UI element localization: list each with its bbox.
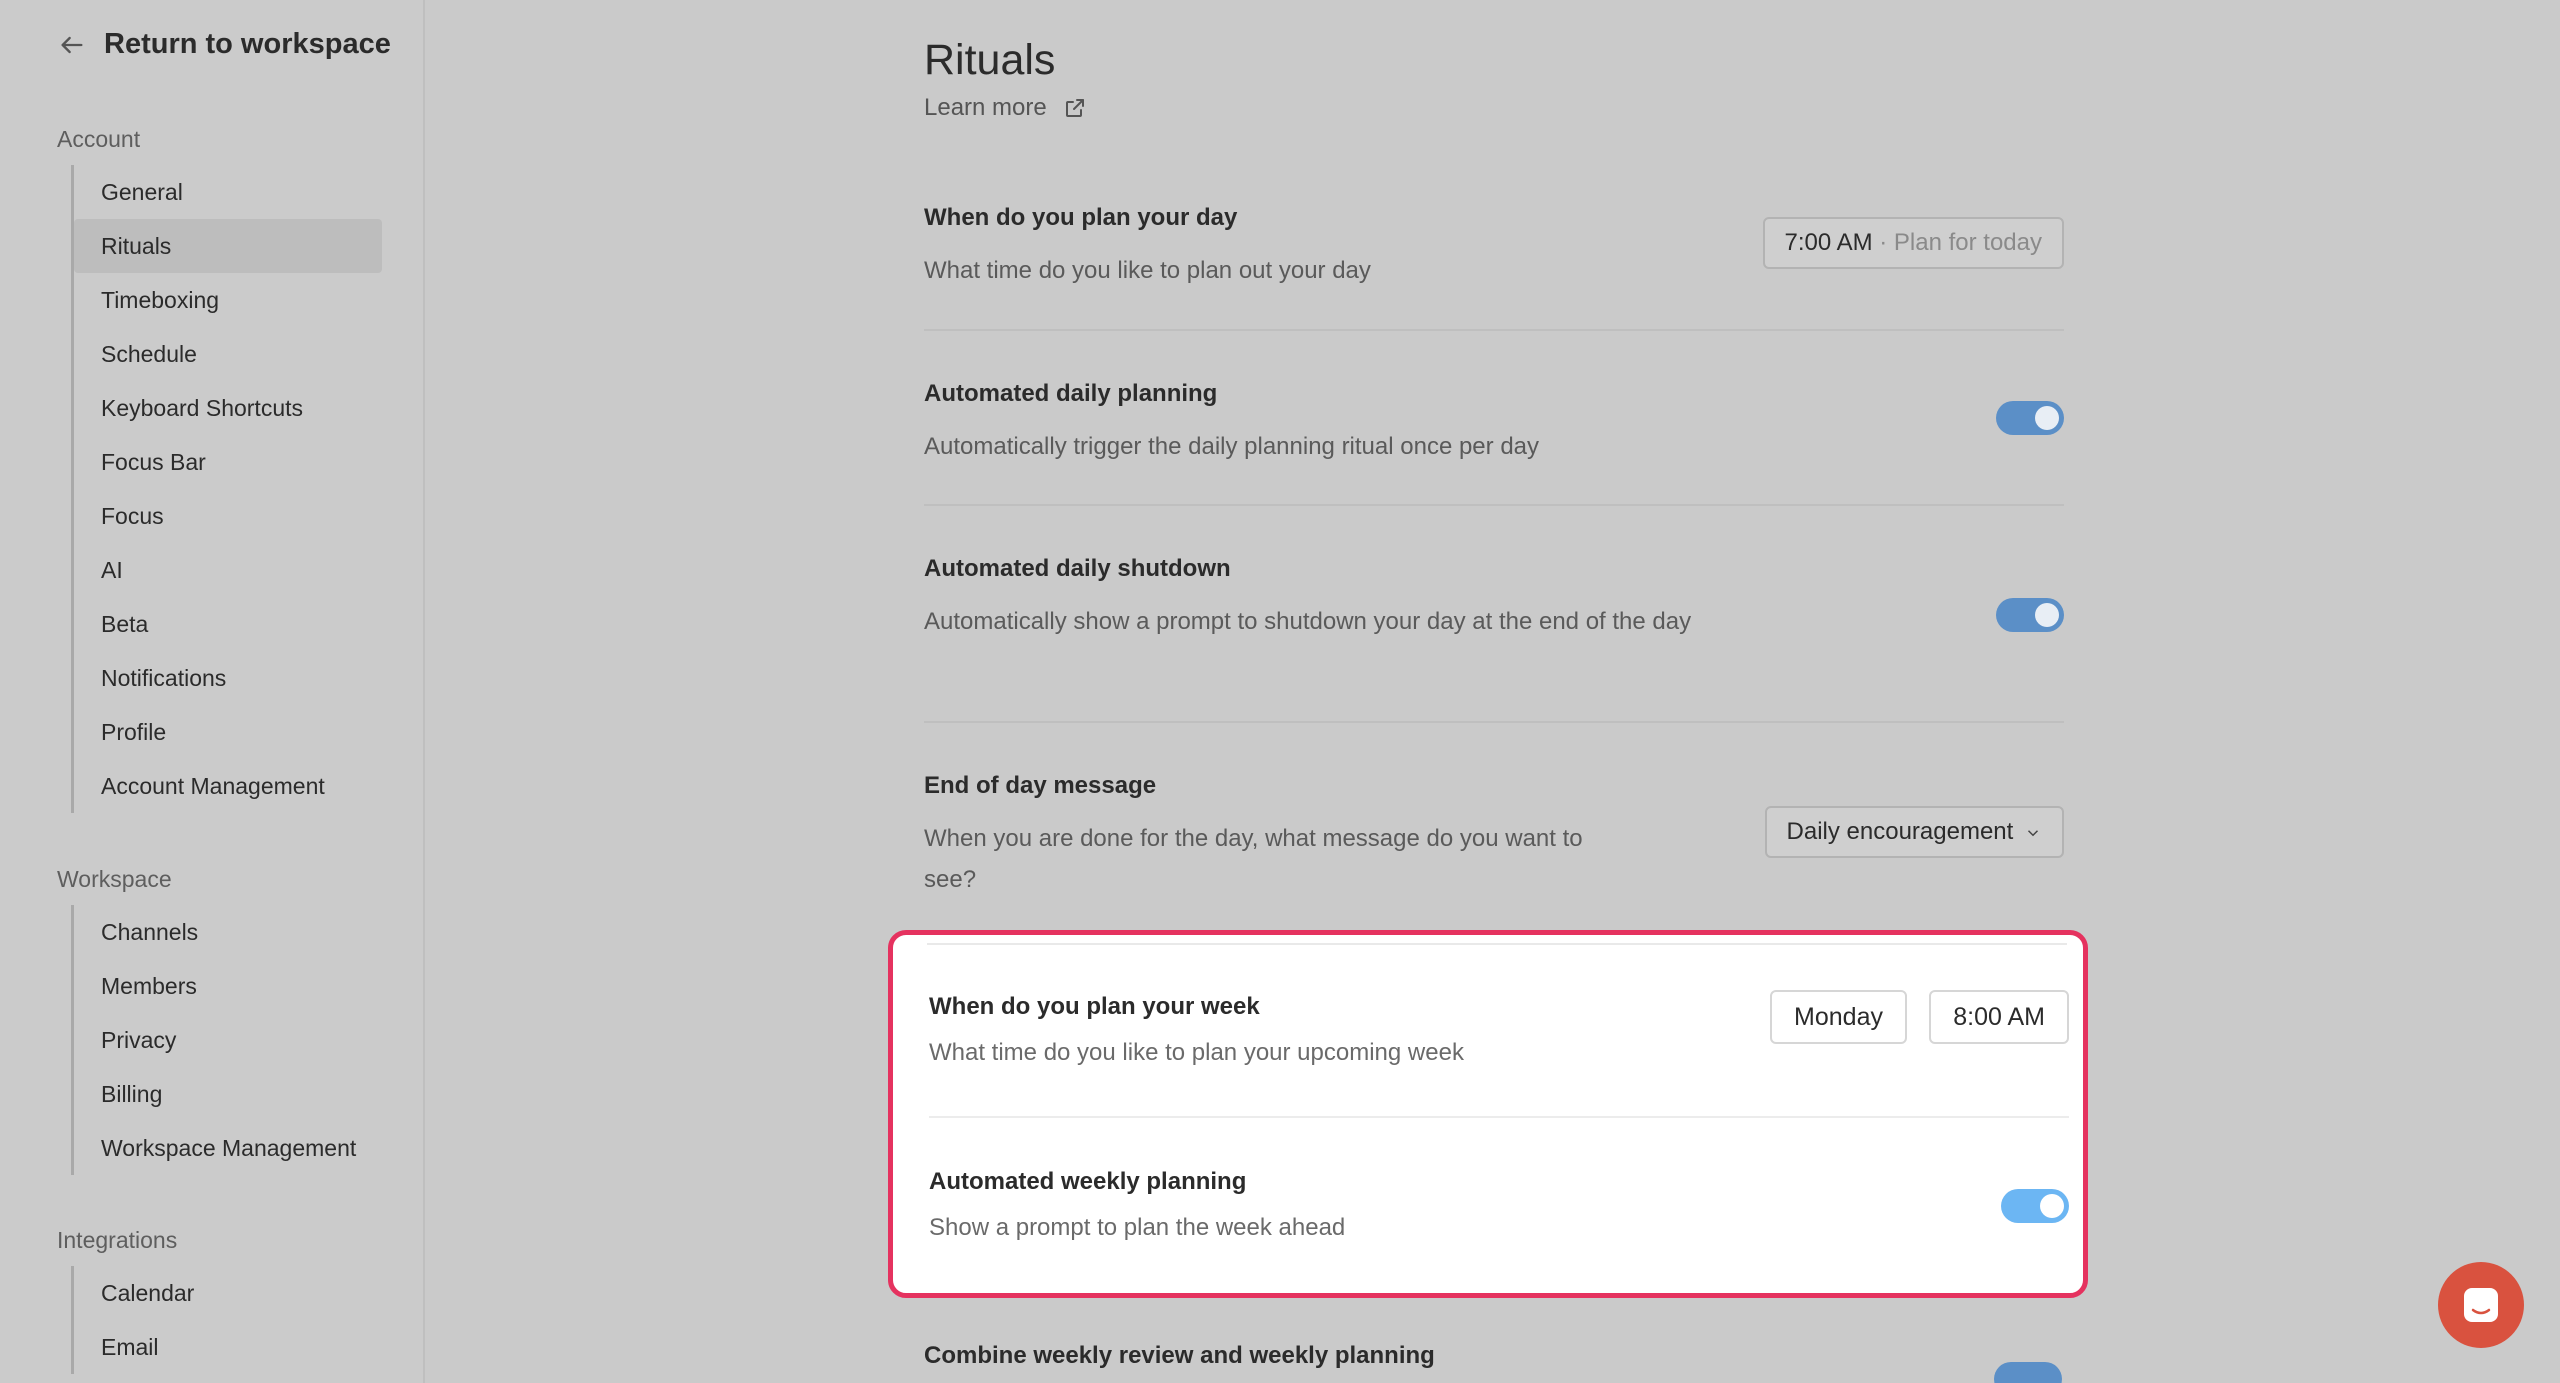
sidebar-item-email[interactable]: Email [74,1320,382,1374]
nav-list-account: General Rituals Timeboxing Schedule Keyb… [71,165,382,813]
setting-title: Combine weekly review and weekly plannin… [924,1342,1435,1369]
sidebar-item-workspace-management[interactable]: Workspace Management [74,1121,382,1175]
setting-automated-daily-shutdown: Automated daily shutdown Automatically s… [924,555,2064,642]
setting-description: Show a prompt to plan the week ahead [929,1214,1346,1241]
toggle-knob [2040,1194,2064,1218]
sidebar-item-members[interactable]: Members [74,959,382,1013]
divider [924,504,2064,506]
toggle-knob [2035,603,2059,627]
weekly-planning-highlight: When do you plan your week What time do … [888,930,2088,1298]
chat-launcher-button[interactable] [2438,1262,2524,1348]
sidebar-item-timeboxing[interactable]: Timeboxing [74,273,382,327]
nav-list-integrations: Calendar Email [71,1266,382,1374]
automated-daily-planning-toggle[interactable] [1996,401,2064,435]
page-title: Rituals [924,36,1056,84]
end-of-day-message-select[interactable]: Daily encouragement [1764,806,2064,858]
plan-day-time-button[interactable]: 7:00 AM · Plan for today [1762,217,2064,269]
plan-week-time-button[interactable]: 8:00 AM [1929,990,2069,1044]
return-to-workspace-link[interactable]: Return to workspace [58,28,391,61]
automated-weekly-planning-toggle[interactable] [2001,1189,2069,1223]
section-title: Account [57,126,141,152]
plan-day-time: 7:00 AM [1784,229,1873,256]
setting-title: End of day message [924,772,1157,799]
setting-plan-day: When do you plan your day What time do y… [924,204,2064,291]
learn-more-label: Learn more [924,94,1047,121]
plan-day-suffix: · Plan for today [1872,229,2042,256]
sidebar-section-integrations: Integrations Calendar Email [57,1227,382,1374]
divider [924,329,2064,331]
sidebar-item-billing[interactable]: Billing [74,1067,382,1121]
nav-list-workspace: Channels Members Privacy Billing Workspa… [71,905,382,1175]
setting-description: Automatically show a prompt to shutdown … [924,608,1692,635]
sidebar-item-account-management[interactable]: Account Management [74,759,382,813]
section-title: Workspace [57,866,172,892]
setting-description: Automatically trigger the daily planning… [924,433,1540,460]
setting-title: Automated daily planning [924,380,1218,407]
divider [924,721,2064,723]
arrow-left-icon [61,36,83,53]
setting-end-of-day-message: End of day message When you are done for… [924,772,2064,900]
plan-week-day-button[interactable]: Monday [1770,990,1907,1044]
divider [929,1116,2069,1118]
sidebar-item-focus[interactable]: Focus [74,489,382,543]
sidebar-item-focus-bar[interactable]: Focus Bar [74,435,382,489]
setting-automated-daily-planning: Automated daily planning Automatically t… [924,380,2064,467]
setting-title: Automated weekly planning [929,1168,1247,1195]
automated-daily-shutdown-toggle[interactable] [1996,598,2064,632]
chat-icon [2464,1288,2498,1322]
sidebar-item-privacy[interactable]: Privacy [74,1013,382,1067]
settings-sidebar: Return to workspace Account General Ritu… [0,0,425,1383]
sidebar-item-channels[interactable]: Channels [74,905,382,959]
sidebar-item-schedule[interactable]: Schedule [74,327,382,381]
end-of-day-message-value: Daily encouragement [1786,818,2014,845]
setting-description: When you are done for the day, what mess… [924,825,1583,893]
sidebar-item-general[interactable]: General [74,165,382,219]
toggle-knob [2035,406,2059,430]
setting-title: Automated daily shutdown [924,555,1231,582]
learn-more-link[interactable]: Learn more [924,94,1087,122]
external-link-icon [1065,99,1084,117]
return-to-workspace-label: Return to workspace [104,28,391,60]
sidebar-section-workspace: Workspace Channels Members Privacy Billi… [57,866,382,1175]
sidebar-item-beta[interactable]: Beta [74,597,382,651]
sidebar-section-account: Account General Rituals Timeboxing Sched… [57,126,382,813]
sidebar-item-notifications[interactable]: Notifications [74,651,382,705]
combine-weekly-toggle[interactable] [1994,1362,2062,1383]
setting-combine-weekly: Combine weekly review and weekly plannin… [924,1342,2064,1370]
sidebar-item-profile[interactable]: Profile [74,705,382,759]
setting-plan-week: When do you plan your week What time do … [929,990,2069,1067]
sidebar-item-keyboard-shortcuts[interactable]: Keyboard Shortcuts [74,381,382,435]
chevron-down-icon [2027,829,2039,836]
sidebar-item-calendar[interactable]: Calendar [74,1266,382,1320]
divider [927,943,2067,945]
setting-automated-weekly-planning: Automated weekly planning Show a prompt … [929,1168,2069,1242]
section-title: Integrations [57,1227,178,1253]
sidebar-item-ai[interactable]: AI [74,543,382,597]
sidebar-item-rituals[interactable]: Rituals [74,219,382,273]
